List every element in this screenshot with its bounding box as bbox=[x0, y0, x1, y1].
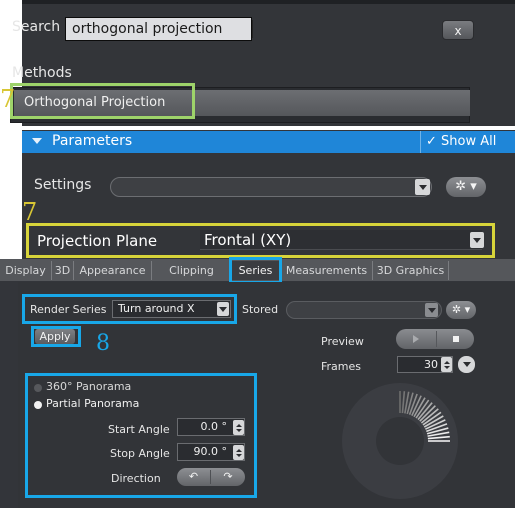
stop-icon bbox=[452, 336, 459, 342]
panorama-360-radio[interactable] bbox=[34, 384, 42, 392]
step-marker-7: 7 bbox=[22, 198, 38, 226]
panel-top-bar bbox=[22, 0, 515, 4]
rotate-cw-icon: ↷ bbox=[223, 470, 233, 483]
partial-panorama-radio[interactable] bbox=[34, 401, 42, 409]
projection-plane-dropdown-button[interactable] bbox=[470, 232, 484, 248]
preview-stop-button[interactable] bbox=[437, 329, 474, 349]
partial-panorama-label[interactable]: Partial Panorama bbox=[46, 397, 139, 410]
rotate-ccw-button[interactable]: ↶ bbox=[177, 468, 210, 486]
apply-button[interactable]: Apply bbox=[35, 329, 75, 344]
frames-label: Frames bbox=[321, 360, 362, 373]
chevron-down-icon bbox=[462, 362, 471, 367]
step-marker-8: 8 bbox=[96, 331, 110, 356]
show-all-toggle[interactable]: ✓ Show All bbox=[426, 134, 496, 149]
stop-angle-label: Stop Angle bbox=[110, 447, 170, 460]
frames-dropdown-button[interactable] bbox=[458, 356, 475, 373]
dial-center bbox=[376, 417, 424, 465]
stored-dropdown[interactable] bbox=[286, 301, 442, 319]
settings-dropdown[interactable] bbox=[110, 177, 432, 197]
collapse-arrow-icon[interactable] bbox=[32, 138, 42, 144]
stored-label: Stored bbox=[242, 303, 279, 316]
tab-3d-graphics[interactable]: 3D Graphics bbox=[373, 261, 449, 280]
step-marker-7: 7 bbox=[0, 85, 16, 113]
chevron-down-icon bbox=[219, 306, 227, 312]
frames-stepper[interactable] bbox=[441, 357, 452, 372]
chevron-down-icon bbox=[443, 365, 450, 369]
rotate-cw-button[interactable]: ↷ bbox=[211, 468, 245, 486]
start-angle-label: Start Angle bbox=[108, 423, 170, 436]
text-cursor bbox=[252, 20, 253, 38]
chevron-up-icon bbox=[235, 423, 242, 427]
rotate-ccw-icon: ↶ bbox=[188, 470, 199, 483]
chevron-up-icon bbox=[443, 360, 450, 364]
tab-3d[interactable]: 3D bbox=[52, 261, 74, 280]
projection-plane-label: Projection Plane bbox=[37, 232, 158, 250]
tab-appearance[interactable]: Appearance bbox=[74, 261, 152, 280]
clear-search-button[interactable]: x bbox=[442, 20, 474, 40]
chevron-down-icon bbox=[235, 428, 242, 432]
tab-clipping[interactable]: Clipping bbox=[152, 261, 232, 280]
search-input[interactable]: orthogonal projection bbox=[65, 17, 252, 41]
render-series-select[interactable]: Turn around X bbox=[112, 300, 231, 318]
panorama-360-label[interactable]: 360° Panorama bbox=[46, 380, 131, 393]
preview-play-button[interactable] bbox=[396, 329, 436, 349]
projection-plane-select[interactable]: Frontal (XY) bbox=[200, 230, 482, 250]
settings-label: Settings bbox=[34, 177, 92, 193]
direction-label: Direction bbox=[111, 472, 161, 485]
header-divider bbox=[420, 131, 421, 153]
settings-dropdown-button[interactable] bbox=[415, 179, 430, 195]
play-icon bbox=[413, 335, 419, 343]
chevron-down-icon bbox=[473, 237, 481, 243]
chevron-up-icon bbox=[235, 448, 242, 452]
chevron-down-icon bbox=[427, 307, 436, 313]
render-series-dropdown-button[interactable] bbox=[217, 302, 229, 316]
stop-angle-stepper[interactable] bbox=[233, 445, 244, 460]
highlight-box-methods bbox=[10, 83, 195, 119]
chevron-down-icon bbox=[418, 184, 427, 190]
tab-measurements[interactable]: Measurements bbox=[281, 261, 373, 280]
render-series-label: Render Series bbox=[30, 303, 107, 316]
chevron-down-icon bbox=[235, 453, 242, 457]
highlight-box-series-tab bbox=[229, 257, 282, 284]
stored-dropdown-button[interactable] bbox=[425, 303, 438, 317]
search-label: Search bbox=[12, 19, 61, 35]
rotation-dial[interactable] bbox=[341, 382, 459, 500]
stored-gear-button[interactable]: ✲ ▾ bbox=[446, 301, 476, 319]
start-angle-stepper[interactable] bbox=[233, 420, 244, 435]
settings-gear-button[interactable]: ✲ ▾ bbox=[446, 177, 486, 197]
preview-label: Preview bbox=[321, 335, 364, 348]
parameters-title: Parameters bbox=[52, 133, 133, 149]
methods-label: Methods bbox=[12, 65, 72, 81]
tab-display[interactable]: Display bbox=[0, 261, 52, 280]
